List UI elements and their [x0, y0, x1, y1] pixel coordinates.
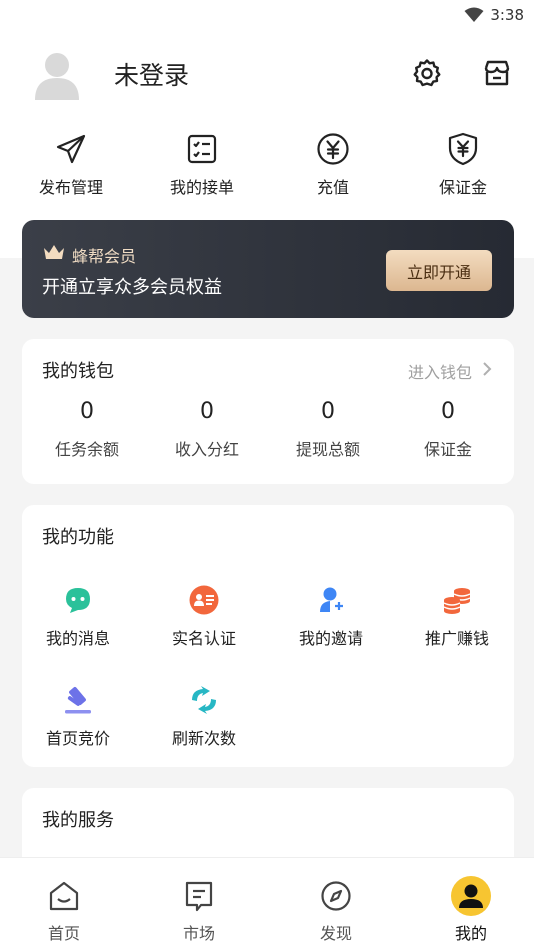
nav-discover[interactable]: 发现: [286, 876, 386, 944]
invite-user-icon: [314, 583, 348, 617]
quick-action-recharge[interactable]: 充值: [268, 132, 398, 202]
function-messages[interactable]: 我的消息: [18, 583, 138, 649]
function-bidding[interactable]: 首页竞价: [18, 683, 138, 749]
nav-label: 市场: [182, 924, 215, 943]
quick-action-label: 发布管理: [38, 178, 103, 197]
gear-icon[interactable]: [410, 56, 444, 90]
enter-wallet-link[interactable]: 进入钱包: [408, 359, 492, 383]
store-icon[interactable]: [480, 56, 514, 90]
enter-wallet-label: 进入钱包: [407, 363, 472, 382]
quick-action-label: 充值: [316, 178, 349, 197]
quick-action-label: 保证金: [438, 178, 487, 197]
id-card-icon: [187, 583, 221, 617]
function-invite[interactable]: 我的邀请: [271, 583, 391, 649]
stat-value: 0: [321, 399, 335, 424]
stat-value: 0: [80, 399, 94, 424]
stat-value: 0: [200, 399, 214, 424]
functions-card: 我的功能 我的消息 实名认证 我的邀请 推广赚钱 首页竞价 刷新次数: [22, 505, 514, 767]
function-label: 我的消息: [45, 629, 110, 648]
nav-market[interactable]: 市场: [149, 876, 249, 944]
function-label: 首页竞价: [45, 729, 110, 748]
message-icon: [61, 583, 95, 617]
coins-icon: [440, 583, 474, 617]
function-promotion[interactable]: 推广赚钱: [397, 583, 517, 649]
checklist-icon: [185, 132, 219, 166]
profile-header: 未登录: [0, 44, 534, 104]
yen-circle-icon: [316, 132, 350, 166]
function-verification[interactable]: 实名认证: [144, 583, 264, 649]
stat-label: 提现总额: [295, 440, 360, 459]
function-label: 刷新次数: [171, 729, 236, 748]
chevron-right-icon: [482, 361, 492, 381]
yen-shield-icon: [446, 132, 480, 166]
wallet-stat[interactable]: 0 保证金: [388, 399, 508, 460]
avatar-icon[interactable]: [33, 48, 81, 100]
crown-icon: [42, 242, 66, 266]
home-icon: [42, 876, 86, 916]
functions-title: 我的功能: [42, 527, 114, 548]
nav-label: 我的: [454, 924, 487, 943]
auction-hammer-icon: [61, 683, 95, 717]
function-label: 推广赚钱: [424, 629, 489, 648]
vip-subtitle: 开通立享众多会员权益: [42, 277, 222, 298]
quick-action-deposit[interactable]: 保证金: [398, 132, 528, 202]
stat-value: 0: [441, 399, 455, 424]
nav-home[interactable]: 首页: [14, 876, 114, 944]
nav-label: 首页: [47, 924, 80, 943]
quick-action-orders[interactable]: 我的接单: [137, 132, 267, 202]
vip-open-button[interactable]: 立即开通: [386, 250, 492, 291]
stat-label: 任务余额: [54, 440, 119, 459]
wallet-stat[interactable]: 0 提现总额: [268, 399, 388, 460]
refresh-icon: [187, 683, 221, 717]
nav-label: 发现: [319, 924, 352, 943]
wifi-icon: [464, 7, 484, 23]
vip-banner: 蜂帮会员 开通立享众多会员权益 立即开通: [22, 220, 514, 318]
nav-mine[interactable]: 我的: [421, 876, 521, 944]
wallet-title: 我的钱包: [42, 361, 114, 382]
function-label: 实名认证: [171, 629, 236, 648]
market-icon: [177, 876, 221, 916]
stat-label: 收入分红: [174, 440, 239, 459]
status-time: 3:38: [490, 6, 524, 24]
function-label: 我的邀请: [298, 629, 363, 648]
send-icon: [54, 132, 88, 166]
wallet-card: 我的钱包 进入钱包 0 任务余额 0 收入分红 0 提现总额 0 保证金: [22, 339, 514, 484]
bottom-navigation: 首页 市场 发现 我的: [0, 857, 534, 950]
vip-title: 蜂帮会员: [72, 247, 137, 266]
compass-icon: [314, 876, 358, 916]
quick-action-label: 我的接单: [169, 178, 234, 197]
services-title: 我的服务: [42, 810, 114, 831]
wallet-stat[interactable]: 0 任务余额: [27, 399, 147, 460]
status-bar: 3:38: [464, 2, 524, 28]
login-prompt[interactable]: 未登录: [114, 56, 189, 92]
stat-label: 保证金: [423, 440, 472, 459]
function-refresh[interactable]: 刷新次数: [144, 683, 264, 749]
profile-icon: [449, 876, 493, 916]
wallet-stat[interactable]: 0 收入分红: [147, 399, 267, 460]
quick-action-publish[interactable]: 发布管理: [6, 132, 136, 202]
